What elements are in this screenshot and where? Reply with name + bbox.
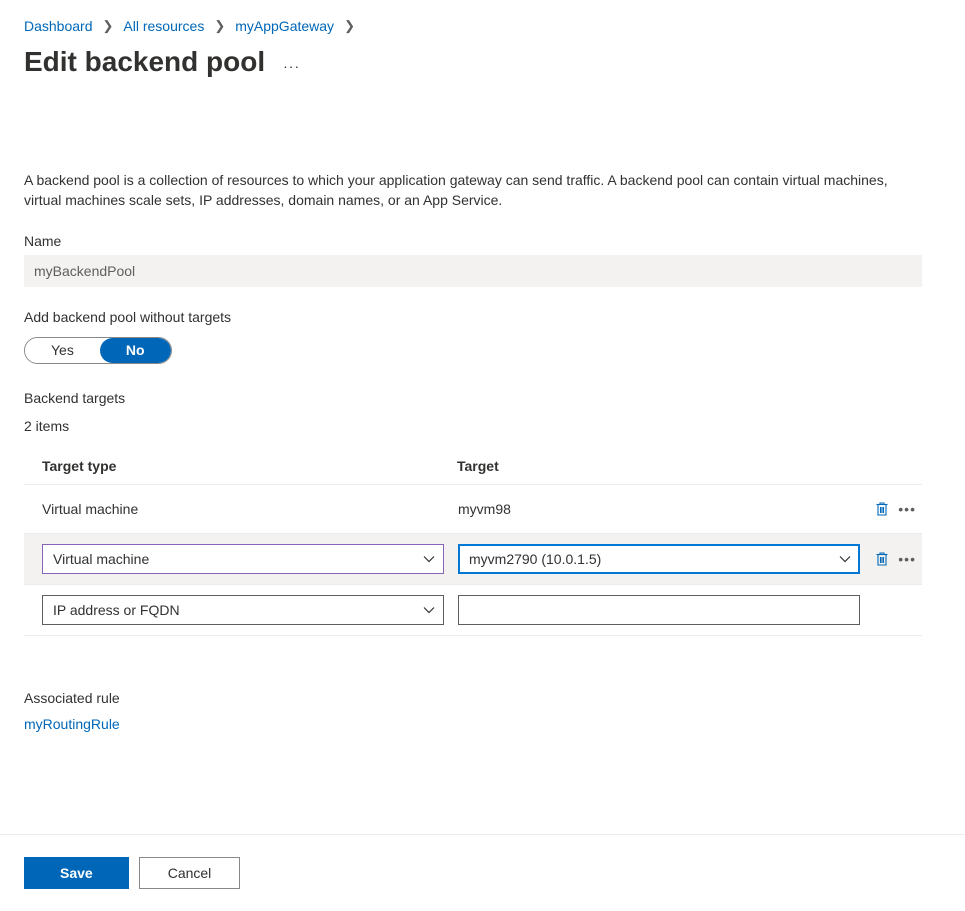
cancel-button[interactable]: Cancel: [139, 857, 241, 889]
column-header-target: Target: [457, 458, 922, 474]
items-count: 2 items: [24, 418, 941, 434]
target-value-select[interactable]: myvm2790 (10.0.1.5): [458, 544, 860, 574]
footer-bar: Save Cancel: [0, 834, 965, 911]
more-icon[interactable]: •••: [898, 501, 916, 517]
breadcrumb-link-resource[interactable]: myAppGateway: [235, 18, 334, 34]
associated-rule-label: Associated rule: [24, 690, 941, 706]
target-value-text: myvm98: [458, 501, 511, 517]
chevron-down-icon: [423, 553, 435, 565]
trash-icon[interactable]: [874, 501, 890, 517]
chevron-down-icon: [839, 553, 851, 565]
target-type-select[interactable]: IP address or FQDN: [42, 595, 444, 625]
breadcrumb: Dashboard ❯ All resources ❯ myAppGateway…: [24, 18, 941, 34]
select-value: Virtual machine: [53, 551, 149, 567]
target-type-select[interactable]: Virtual machine: [42, 544, 444, 574]
breadcrumb-link-all-resources[interactable]: All resources: [123, 18, 204, 34]
backend-targets-label: Backend targets: [24, 390, 941, 406]
trash-icon[interactable]: [874, 551, 890, 567]
breadcrumb-link-dashboard[interactable]: Dashboard: [24, 18, 93, 34]
more-icon[interactable]: ···: [283, 50, 300, 74]
page-description: A backend pool is a collection of resour…: [24, 170, 924, 211]
table-row: IP address or FQDN: [24, 585, 922, 636]
toggle-yes[interactable]: Yes: [25, 338, 100, 363]
save-button[interactable]: Save: [24, 857, 129, 889]
more-icon[interactable]: •••: [898, 551, 916, 567]
name-input[interactable]: [24, 255, 922, 287]
table-row: Virtual machine myvm98 •••: [24, 485, 922, 534]
page-title: Edit backend pool: [24, 46, 265, 78]
name-label: Name: [24, 233, 941, 249]
no-targets-toggle[interactable]: Yes No: [24, 337, 172, 364]
target-type-text: Virtual machine: [42, 501, 138, 517]
column-header-type: Target type: [42, 458, 457, 474]
toggle-no[interactable]: No: [100, 338, 171, 363]
chevron-right-icon: ❯: [344, 18, 355, 34]
no-targets-label: Add backend pool without targets: [24, 309, 941, 325]
select-value: IP address or FQDN: [53, 602, 180, 618]
chevron-right-icon: ❯: [103, 18, 114, 34]
select-value: myvm2790 (10.0.1.5): [469, 551, 601, 567]
targets-table: Target type Target Virtual machine myvm9…: [24, 448, 922, 636]
table-row: Virtual machine myvm2790 (10.0.1.5) •••: [24, 534, 922, 585]
target-value-select[interactable]: [458, 595, 860, 625]
associated-rule-link[interactable]: myRoutingRule: [24, 716, 120, 732]
chevron-down-icon: [423, 604, 435, 616]
chevron-right-icon: ❯: [214, 18, 225, 34]
